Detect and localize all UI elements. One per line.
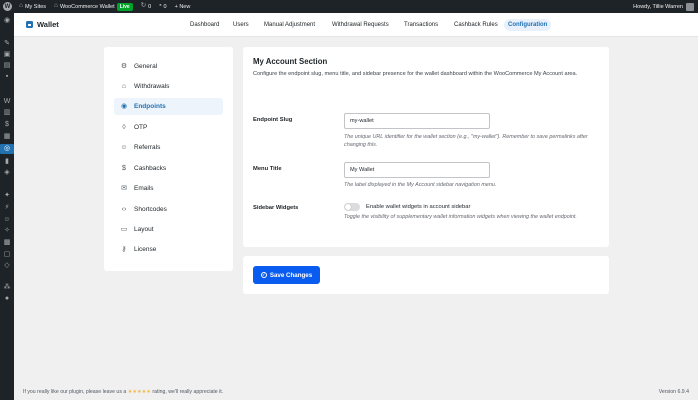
bank-icon: ⌂: [121, 83, 127, 90]
tab-manual-adjustment[interactable]: Manual Adjustment: [260, 19, 319, 31]
users-icon: ☺: [120, 144, 128, 151]
dollar-icon: $: [122, 165, 126, 172]
gear-icon: ⚙: [120, 63, 128, 70]
media-icon[interactable]: ▣: [3, 51, 11, 59]
save-changes-button[interactable]: ✓ Save Changes: [253, 266, 320, 284]
settings-nav-license[interactable]: ⚷ License: [114, 241, 223, 258]
settings-nav-referrals[interactable]: ☺ Referrals: [114, 139, 223, 156]
tools-icon[interactable]: ✧: [3, 227, 11, 235]
plugin-brand: Wallet: [26, 20, 59, 29]
marketing-icon[interactable]: ◈: [3, 169, 11, 177]
plugin-settings-icon[interactable]: ▢: [3, 251, 11, 259]
users-icon[interactable]: ☺: [3, 216, 11, 224]
wallet-logo-icon: [26, 21, 33, 28]
footer-version: Version 6.9.4: [658, 389, 689, 395]
home-icon: ⌂: [54, 2, 58, 10]
endpoint-slug-input[interactable]: [344, 113, 490, 129]
settings-nav-withdrawals[interactable]: ⌂ Withdrawals: [114, 78, 223, 95]
menu-title-label: Menu Title: [253, 166, 282, 172]
pages-icon[interactable]: ▤: [3, 62, 11, 70]
wordpress-logo-icon[interactable]: W: [3, 2, 12, 11]
plugins-icon[interactable]: ⚡: [3, 204, 11, 212]
products-icon[interactable]: ▥: [3, 109, 11, 117]
endpoint-slug-help: The unique URL identifier for the wallet…: [344, 134, 588, 148]
dashboard-icon[interactable]: ◉: [3, 17, 11, 25]
updates-link[interactable]: ↻ 0: [141, 3, 152, 10]
tab-withdrawal-requests[interactable]: Withdrawal Requests: [328, 19, 393, 31]
settings-nav-shortcodes[interactable]: ‹› Shortcodes: [114, 201, 223, 218]
sidebar-widgets-label: Sidebar Widgets: [253, 205, 299, 211]
settings-sidebar: ⚙ General ⌂ Withdrawals ◉ Endpoints ◊ OT…: [104, 47, 233, 271]
plugin-header: Wallet Dashboard Users Manual Adjustment…: [14, 13, 698, 37]
key-icon: ⚷: [121, 246, 127, 253]
collapse-menu-icon[interactable]: ●: [3, 295, 11, 303]
stats-icon[interactable]: ▮: [3, 158, 11, 166]
comments-icon[interactable]: ▪: [3, 73, 11, 81]
toggle-knob: [345, 204, 351, 210]
settings-nav-layout[interactable]: ▭ Layout: [114, 221, 223, 238]
star-rating-link[interactable]: ★★★★★: [128, 389, 151, 395]
shield-icon: ◊: [122, 124, 126, 131]
comment-icon: ▪: [159, 2, 162, 10]
save-card: ✓ Save Changes: [243, 256, 609, 294]
site-name-link[interactable]: ⌂ WooCommerce Wallet Live: [54, 2, 133, 11]
layout-icon: ▭: [120, 226, 128, 233]
footer-rating-note: If you really like our plugin, please le…: [23, 389, 224, 395]
tab-users[interactable]: Users: [229, 19, 253, 31]
analytics-icon[interactable]: ▦: [3, 133, 11, 141]
menu-title-input[interactable]: [344, 162, 490, 178]
settings-icon[interactable]: ▩: [3, 239, 11, 247]
avatar: [686, 2, 694, 11]
admin-side-menu: ◉ ✎ ▣ ▤ ▪ W ▥ $ ▦ ◎ ▮ ◈ ✦ ⚡ ☺ ✧ ▩ ▢ ◇ ⁂ …: [0, 13, 14, 400]
sites-icon: ⌂: [19, 2, 23, 10]
section-title: My Account Section: [253, 57, 328, 66]
tab-configuration[interactable]: Configuration: [504, 19, 552, 31]
page-title: Wallet: [37, 20, 59, 29]
settings-nav-cashbacks[interactable]: $ Cashbacks: [114, 160, 223, 177]
location-pin-icon: ◉: [120, 103, 128, 110]
live-badge: Live: [116, 2, 133, 11]
appearance-icon[interactable]: ✦: [3, 192, 11, 200]
refresh-icon: ↻: [140, 2, 147, 10]
pin-icon[interactable]: ✎: [3, 40, 11, 48]
my-account-section-card: My Account Section Configure the endpoin…: [243, 47, 609, 247]
network-icon[interactable]: ⁂: [3, 284, 11, 292]
endpoint-slug-label: Endpoint Slug: [253, 117, 293, 123]
tab-cashback-rules[interactable]: Cashback Rules: [450, 19, 502, 31]
comments-link[interactable]: ▪ 0: [159, 3, 166, 10]
admin-bar: W ⌂ My Sites ⌂ WooCommerce Wallet Live ↻…: [0, 0, 698, 13]
check-circle-icon: ✓: [260, 272, 267, 278]
sidebar-widgets-toggle-label: Enable wallet widgets in account sidebar: [366, 204, 471, 210]
settings-nav-otp[interactable]: ◊ OTP: [114, 119, 223, 136]
tab-dashboard[interactable]: Dashboard: [186, 19, 223, 31]
code-icon: ‹›: [121, 206, 127, 213]
payments-icon[interactable]: $: [3, 121, 11, 129]
tab-transactions[interactable]: Transactions: [400, 19, 442, 31]
sidebar-widgets-toggle[interactable]: [344, 203, 360, 211]
settings-nav-endpoints[interactable]: ◉ Endpoints: [114, 98, 223, 115]
sidebar-widgets-help: Toggle the visibility of supplementary w…: [344, 214, 577, 220]
settings-nav-emails[interactable]: ✉ Emails: [114, 180, 223, 197]
new-content-link[interactable]: + New: [175, 4, 191, 10]
envelope-icon: ✉: [121, 185, 127, 192]
wallet-menu-icon[interactable]: ◎: [0, 144, 14, 154]
section-description: Configure the endpoint slug, menu title,…: [253, 71, 578, 77]
my-sites-link[interactable]: ⌂ My Sites: [19, 3, 46, 10]
settings-nav-general[interactable]: ⚙ General: [114, 58, 223, 75]
woocommerce-icon[interactable]: W: [3, 98, 11, 106]
extra-icon[interactable]: ◇: [3, 262, 11, 270]
user-account-menu[interactable]: Howdy, Tillie Warren: [633, 2, 694, 11]
menu-title-help: The label displayed in the My Account si…: [344, 182, 497, 188]
